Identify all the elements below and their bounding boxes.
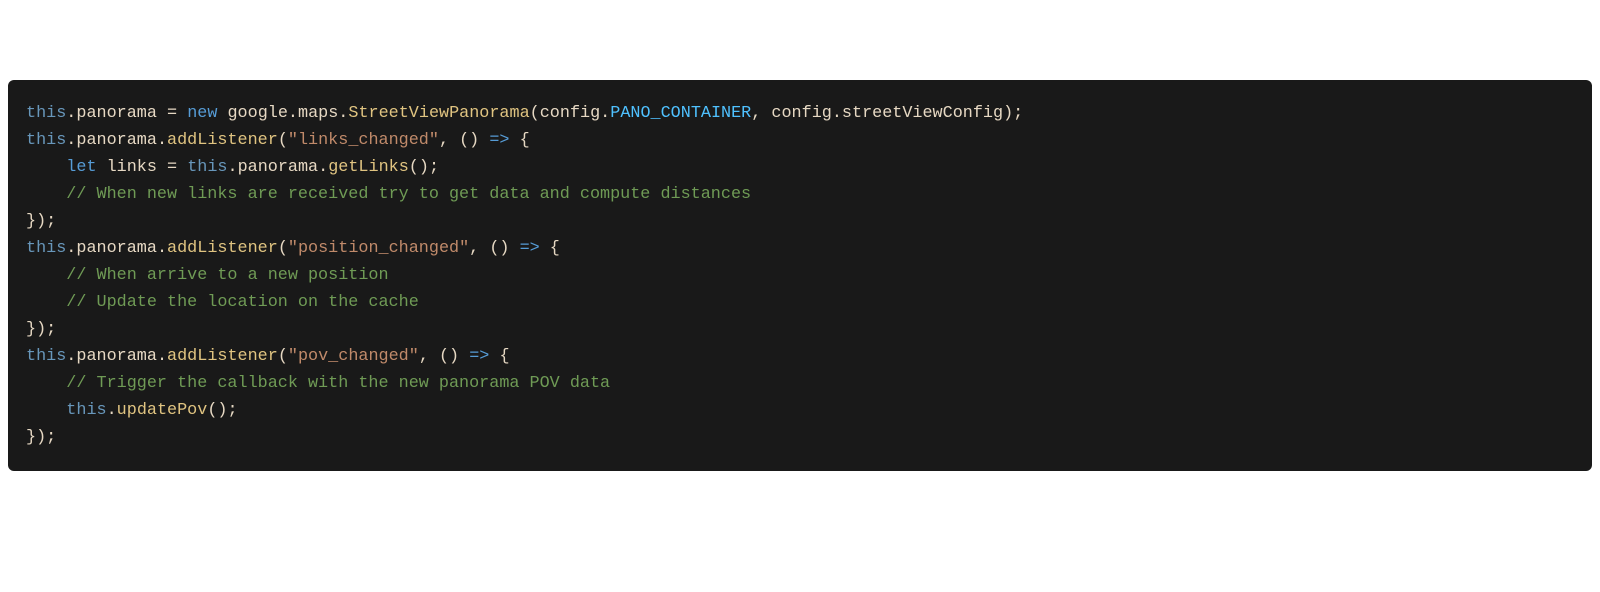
code-line: this.panorama.addListener("position_chan… <box>26 235 1574 262</box>
code-line: this.updatePov(); <box>26 397 1574 424</box>
code-line: // When new links are received try to ge… <box>26 181 1574 208</box>
code-line: let links = this.panorama.getLinks(); <box>26 154 1574 181</box>
code-line: }); <box>26 424 1574 451</box>
code-line: }); <box>26 208 1574 235</box>
code-line: // When arrive to a new position <box>26 262 1574 289</box>
code-line: this.panorama.addListener("links_changed… <box>26 127 1574 154</box>
code-line: // Trigger the callback with the new pan… <box>26 370 1574 397</box>
code-line: // Update the location on the cache <box>26 289 1574 316</box>
code-line: this.panorama = new google.maps.StreetVi… <box>26 100 1574 127</box>
code-line: this.panorama.addListener("pov_changed",… <box>26 343 1574 370</box>
code-line: }); <box>26 316 1574 343</box>
code-block: this.panorama = new google.maps.StreetVi… <box>8 80 1592 471</box>
